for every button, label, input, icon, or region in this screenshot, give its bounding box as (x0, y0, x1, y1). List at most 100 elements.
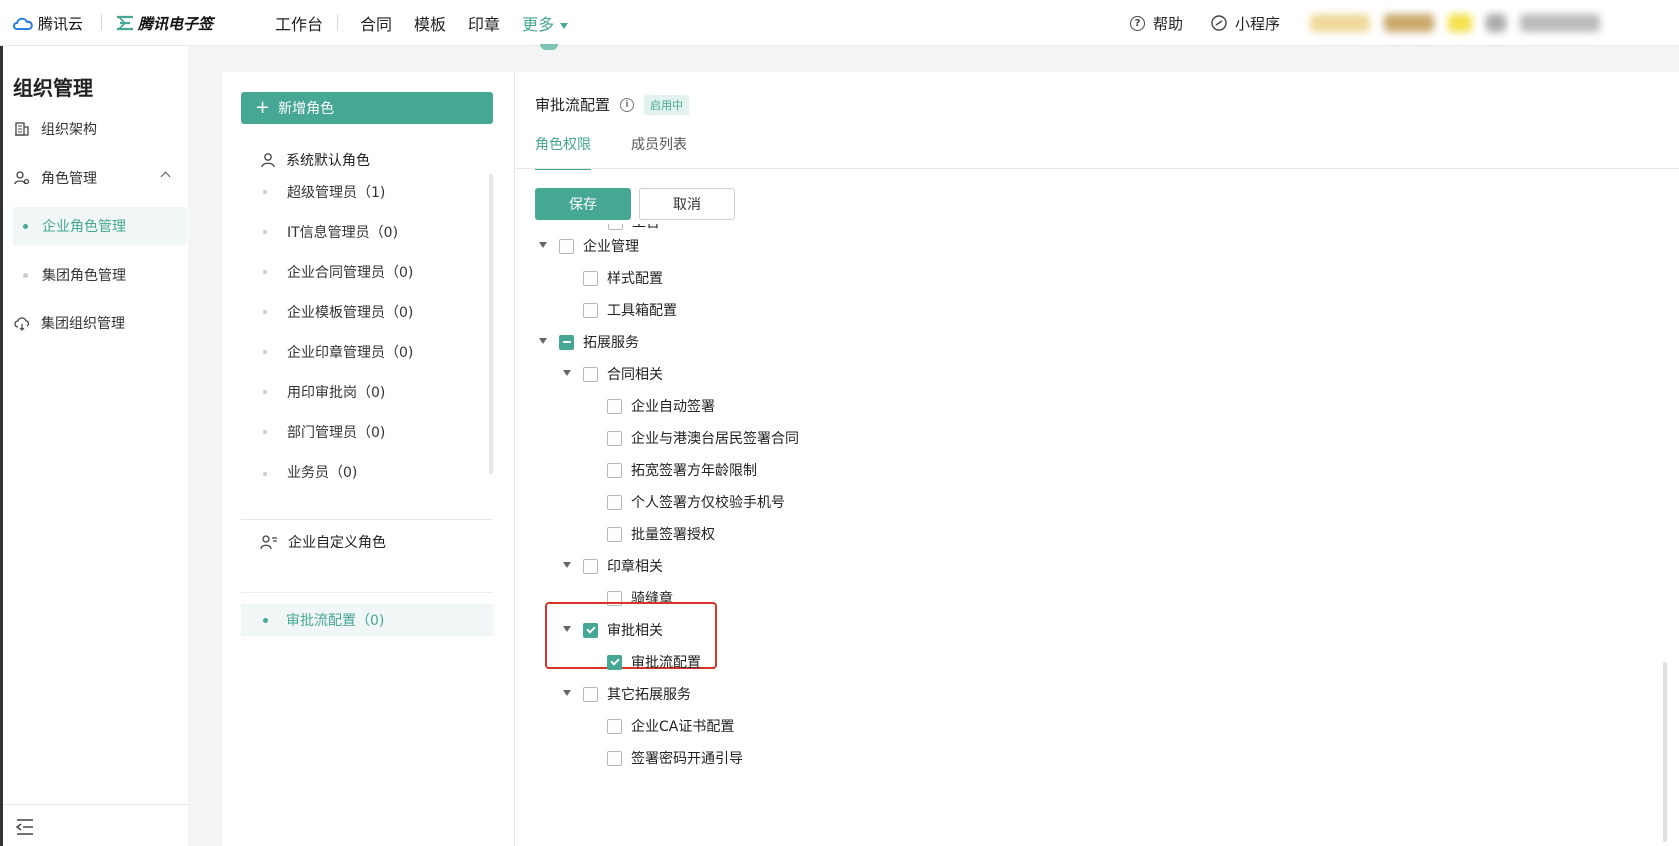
checkbox[interactable] (583, 270, 598, 286)
role-label: 业务员（0) (287, 465, 358, 481)
tree-node-ca-cert[interactable]: 企业CA证书配置 (607, 714, 734, 738)
tree-node-batch-auth[interactable]: 批量签署授权 (607, 522, 715, 546)
tree-node-phone-verify[interactable]: 个人签署方仅校验手机号 (607, 490, 785, 514)
expand-triangle-icon[interactable] (563, 690, 571, 696)
role-list-scrollbar[interactable] (489, 174, 493, 474)
sidebar-item-group-role-mgmt[interactable]: 集团角色管理 (13, 256, 187, 294)
role-label: 超级管理员（1) (287, 185, 386, 201)
link-icon (1211, 15, 1227, 31)
sidebar-item-group-org-mgmt[interactable]: 集团组织管理 (13, 304, 187, 342)
checkbox[interactable] (608, 224, 623, 230)
logo-divider (101, 14, 102, 30)
tree-node-approval-flow-config[interactable]: 审批流配置 (607, 650, 701, 674)
nav-more[interactable]: 更多 (522, 11, 569, 35)
expand-triangle-icon[interactable] (563, 562, 571, 568)
esign-logo[interactable]: 腾讯电子签 (116, 12, 213, 34)
checkbox[interactable] (607, 718, 622, 734)
checkbox-checked[interactable] (583, 622, 598, 638)
tab-member-list[interactable]: 成员列表 (631, 134, 687, 164)
tree-node-style-config[interactable]: 样式配置 (583, 266, 663, 290)
expand-triangle-icon[interactable] (539, 242, 547, 248)
user-account-area-blurred[interactable] (1310, 8, 1655, 38)
bullet-dot (263, 472, 267, 476)
chevron-up-icon[interactable] (160, 171, 171, 182)
sidebar-item-role-mgmt[interactable]: 角色管理 (13, 159, 187, 197)
tree-node-ext-services[interactable]: 拓展服务 (559, 330, 639, 354)
checkbox[interactable] (607, 526, 622, 542)
tab-role-permissions[interactable]: 角色权限 (535, 134, 591, 170)
tree-node-label: 企业管理 (583, 239, 639, 255)
checkbox-checked[interactable] (607, 654, 622, 670)
expand-triangle-icon[interactable] (563, 370, 571, 376)
list-item[interactable]: 部门管理员（0) (241, 412, 493, 452)
cancel-button[interactable]: 取消 (639, 188, 735, 220)
role-label: 审批流配置（0) (286, 613, 385, 629)
checkbox[interactable] (607, 750, 622, 766)
role-label: IT信息管理员（0) (287, 225, 399, 241)
tree-node-label: 印章相关 (607, 559, 663, 575)
checkbox[interactable] (607, 462, 622, 478)
custom-roles-divider (241, 592, 493, 593)
list-item[interactable]: 企业模板管理员（0) (241, 292, 493, 332)
main-scrollbar[interactable] (1663, 662, 1667, 842)
checkbox[interactable] (607, 494, 622, 510)
tree-node-auto-sign[interactable]: 企业自动签署 (607, 394, 715, 418)
tree-node-contract-related[interactable]: 合同相关 (583, 362, 663, 386)
expand-triangle-icon[interactable] (563, 626, 571, 632)
bullet-dot (263, 350, 267, 354)
list-item[interactable]: 用印审批岗（0) (241, 372, 493, 412)
checkbox[interactable] (583, 686, 598, 702)
status-badge: 启用中 (644, 94, 690, 115)
tree-node-age-limit[interactable]: 拓宽签署方年龄限制 (607, 458, 757, 482)
miniprogram-link[interactable]: 小程序 (1211, 13, 1280, 34)
list-item[interactable]: 企业合同管理员（0) (241, 252, 493, 292)
collapse-menu-icon[interactable] (15, 818, 35, 836)
checkbox[interactable] (607, 430, 622, 446)
plus-icon: + (255, 97, 271, 118)
nav-workbench[interactable]: 工作台 (275, 11, 323, 35)
nav-contract[interactable]: 合同 (360, 11, 392, 35)
user-list-icon (260, 535, 277, 550)
checkbox[interactable] (559, 238, 574, 254)
nav-seal[interactable]: 印章 (468, 11, 500, 35)
custom-roles-label: 企业自定义角色 (288, 535, 386, 551)
tree-node-approval-related[interactable]: 审批相关 (583, 618, 663, 642)
list-item[interactable]: 业务员（0) (241, 452, 493, 482)
tree-node-sign-password[interactable]: 签署密码开通引导 (607, 746, 743, 770)
help-label: 帮助 (1153, 14, 1184, 33)
list-item[interactable]: IT信息管理员（0) (241, 212, 493, 252)
list-item[interactable]: 超级管理员（1) (241, 172, 493, 212)
bullet-dot (263, 190, 267, 194)
checkbox[interactable] (583, 302, 598, 318)
role-label: 企业模板管理员（0) (287, 305, 414, 321)
tree-node-seal-related[interactable]: 印章相关 (583, 554, 663, 578)
nav-template[interactable]: 模板 (414, 11, 446, 35)
help-link[interactable]: ? 帮助 (1130, 13, 1183, 34)
tree-node-enterprise-mgmt[interactable]: 企业管理 (559, 234, 639, 258)
expand-triangle-icon[interactable] (539, 338, 547, 344)
tree-node-toolbox-config[interactable]: 工具箱配置 (583, 298, 677, 322)
info-icon[interactable]: i (620, 97, 635, 112)
question-icon: ? (1130, 15, 1145, 31)
tree-node-label: 批量签署授权 (631, 527, 715, 543)
tree-node-other-ext[interactable]: 其它拓展服务 (583, 682, 691, 706)
custom-role-approval-flow[interactable]: 审批流配置（0) (241, 604, 493, 636)
checkbox[interactable] (607, 398, 622, 414)
checkbox[interactable] (583, 366, 598, 382)
save-button[interactable]: 保存 (535, 188, 631, 220)
tree-node-partial[interactable]: 工台 (608, 224, 660, 234)
role-label: 企业印章管理员（0) (287, 345, 414, 361)
role-label: 企业合同管理员（0) (287, 265, 414, 281)
sidebar-title: 组织管理 (13, 76, 93, 100)
tree-node-label: 个人签署方仅校验手机号 (631, 495, 785, 511)
tree-node-hk-macau-tw-sign[interactable]: 企业与港澳台居民签署合同 (607, 426, 799, 450)
checkbox[interactable] (583, 558, 598, 574)
tree-node-label: 工台 (632, 224, 660, 232)
add-role-button[interactable]: + 新增角色 (241, 92, 493, 124)
tencent-cloud-logo[interactable]: 腾讯云 (12, 12, 83, 34)
list-item[interactable]: 企业印章管理员（0) (241, 332, 493, 372)
checkbox-indeterminate[interactable] (559, 334, 574, 350)
sidebar-item-enterprise-role-mgmt[interactable]: 企业角色管理 (13, 207, 187, 245)
sidebar-item-org-structure[interactable]: 组织架构 (13, 110, 187, 148)
bullet-dot (263, 310, 267, 314)
